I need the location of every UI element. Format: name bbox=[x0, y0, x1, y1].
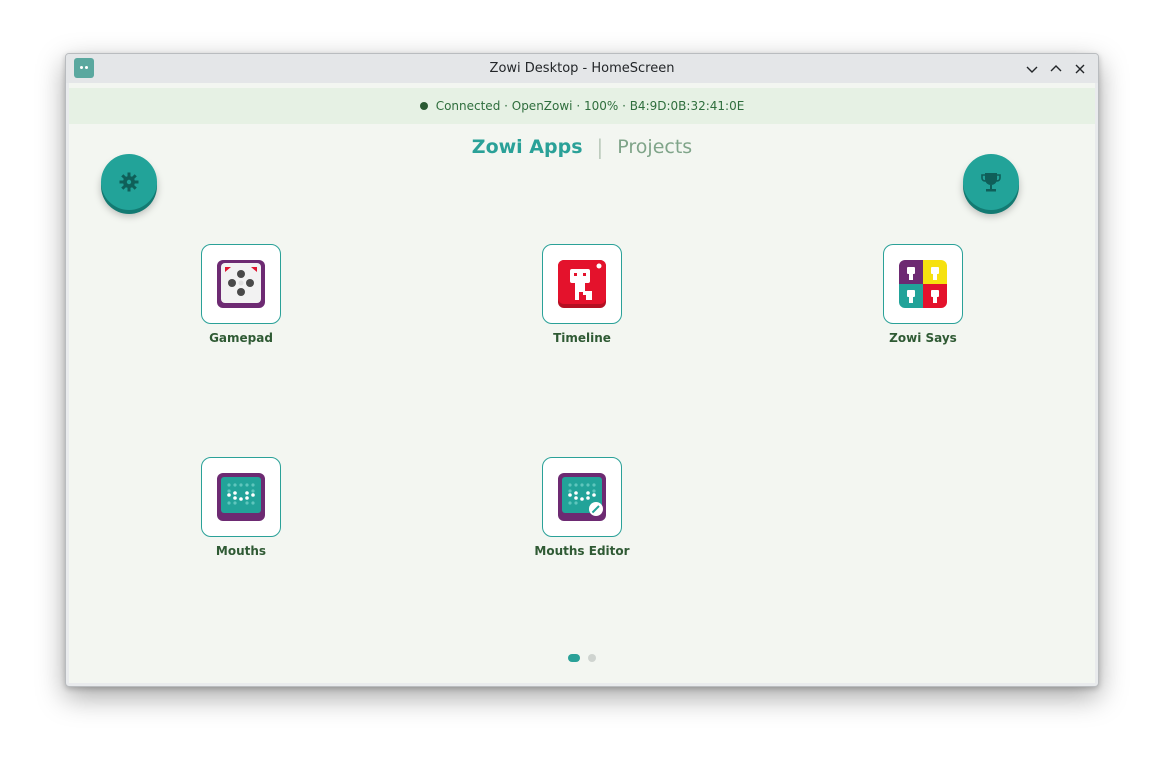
app-window: Zowi Desktop - HomeScreen Connected · Op… bbox=[65, 53, 1099, 687]
trophy-icon bbox=[981, 173, 1001, 192]
home-screen: Connected · OpenZowi · 100% · B4:9D:0B:3… bbox=[69, 83, 1095, 683]
tab-zowi-apps[interactable]: Zowi Apps bbox=[472, 136, 583, 158]
page-dot-1[interactable] bbox=[568, 654, 580, 662]
achievements-button[interactable] bbox=[963, 154, 1019, 210]
chevron-up-icon bbox=[1050, 65, 1062, 72]
gamepad-icon bbox=[217, 260, 265, 308]
tab-projects[interactable]: Projects bbox=[617, 136, 692, 158]
app-label-zowi-says: Zowi Says bbox=[889, 331, 957, 345]
page-indicator bbox=[69, 654, 1095, 662]
mouths-tile[interactable] bbox=[201, 457, 281, 537]
close-button[interactable] bbox=[1069, 58, 1091, 80]
connection-status-text: Connected · OpenZowi · 100% · B4:9D:0B:3… bbox=[435, 99, 745, 113]
tab-separator: | bbox=[596, 135, 604, 159]
app-zowi-says[interactable]: Zowi Says bbox=[863, 244, 983, 364]
app-label-mouths-editor: Mouths Editor bbox=[534, 544, 630, 558]
app-gamepad[interactable]: Gamepad bbox=[181, 244, 301, 364]
mouths-icon bbox=[217, 473, 265, 521]
app-mouths[interactable]: Mouths bbox=[181, 457, 301, 577]
settings-button[interactable] bbox=[101, 154, 157, 210]
app-label-mouths: Mouths bbox=[215, 544, 267, 558]
timeline-tile[interactable] bbox=[542, 244, 622, 324]
app-mouths-editor[interactable]: Mouths Editor bbox=[522, 457, 642, 577]
page-dot-2[interactable] bbox=[588, 654, 596, 662]
mouths-editor-tile[interactable] bbox=[542, 457, 622, 537]
close-icon bbox=[1075, 64, 1085, 74]
gear-icon bbox=[119, 172, 139, 192]
gamepad-tile[interactable] bbox=[201, 244, 281, 324]
minimize-button[interactable] bbox=[1021, 58, 1043, 80]
connection-status-bar: Connected · OpenZowi · 100% · B4:9D:0B:3… bbox=[69, 88, 1095, 124]
maximize-button[interactable] bbox=[1045, 58, 1067, 80]
zowi-says-icon bbox=[899, 260, 947, 308]
app-timeline[interactable]: Timeline bbox=[522, 244, 642, 364]
section-tabs: Zowi Apps | Projects bbox=[69, 133, 1095, 161]
app-label-timeline: Timeline bbox=[553, 331, 611, 345]
app-label-gamepad: Gamepad bbox=[209, 331, 273, 345]
window-title: Zowi Desktop - HomeScreen bbox=[489, 61, 675, 76]
timeline-icon bbox=[558, 260, 606, 308]
title-bar[interactable]: Zowi Desktop - HomeScreen bbox=[66, 54, 1098, 83]
status-dot-icon bbox=[419, 102, 428, 110]
mouths-editor-icon bbox=[558, 473, 606, 521]
zowi-says-tile[interactable] bbox=[883, 244, 963, 324]
chevron-down-icon bbox=[1026, 66, 1038, 73]
